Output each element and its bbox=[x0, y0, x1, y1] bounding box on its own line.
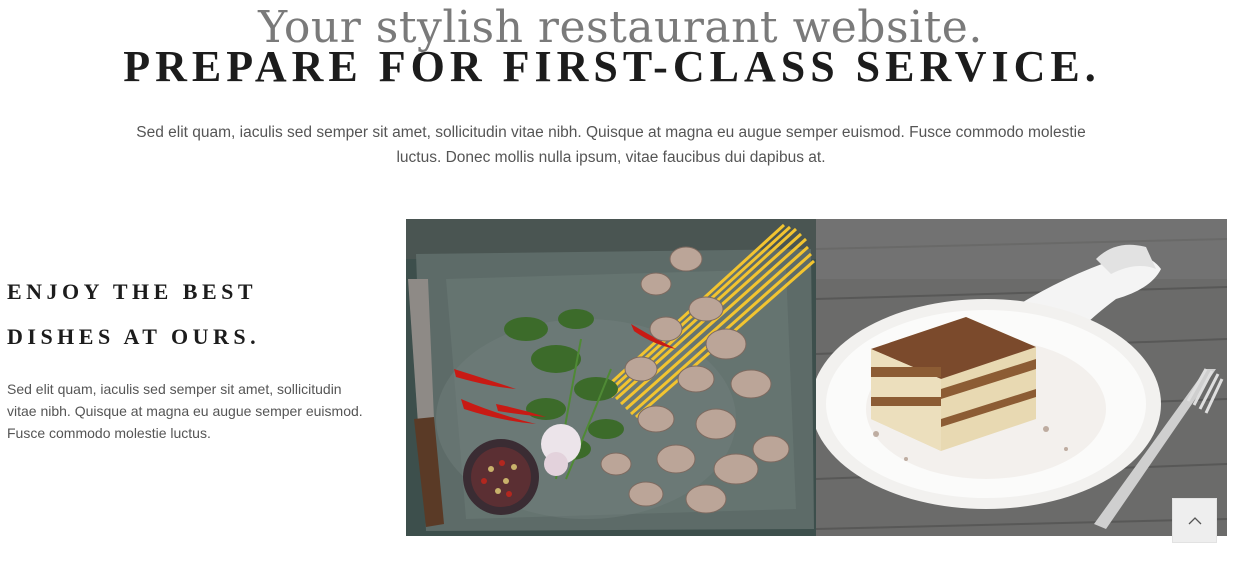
scroll-to-top-button[interactable] bbox=[1172, 498, 1217, 543]
feature-text: Sed elit quam, iaculis sed semper sit am… bbox=[7, 381, 363, 441]
gallery-image-tiramisu bbox=[816, 219, 1227, 536]
gallery-image-pasta-ingredients bbox=[406, 219, 816, 536]
feature-title: ENJOY THE BEST DISHES AT OURS. bbox=[7, 269, 387, 359]
feature-title-line-2: DISHES AT OURS. bbox=[7, 324, 261, 349]
feature-title-line-1: ENJOY THE BEST bbox=[7, 279, 258, 304]
chevron-up-icon bbox=[1188, 512, 1202, 530]
hero-headline: PREPARE FOR FIRST-CLASS SERVICE. bbox=[123, 42, 1101, 91]
hero-intro-text: Sed elit quam, iaculis sed semper sit am… bbox=[136, 124, 1086, 166]
